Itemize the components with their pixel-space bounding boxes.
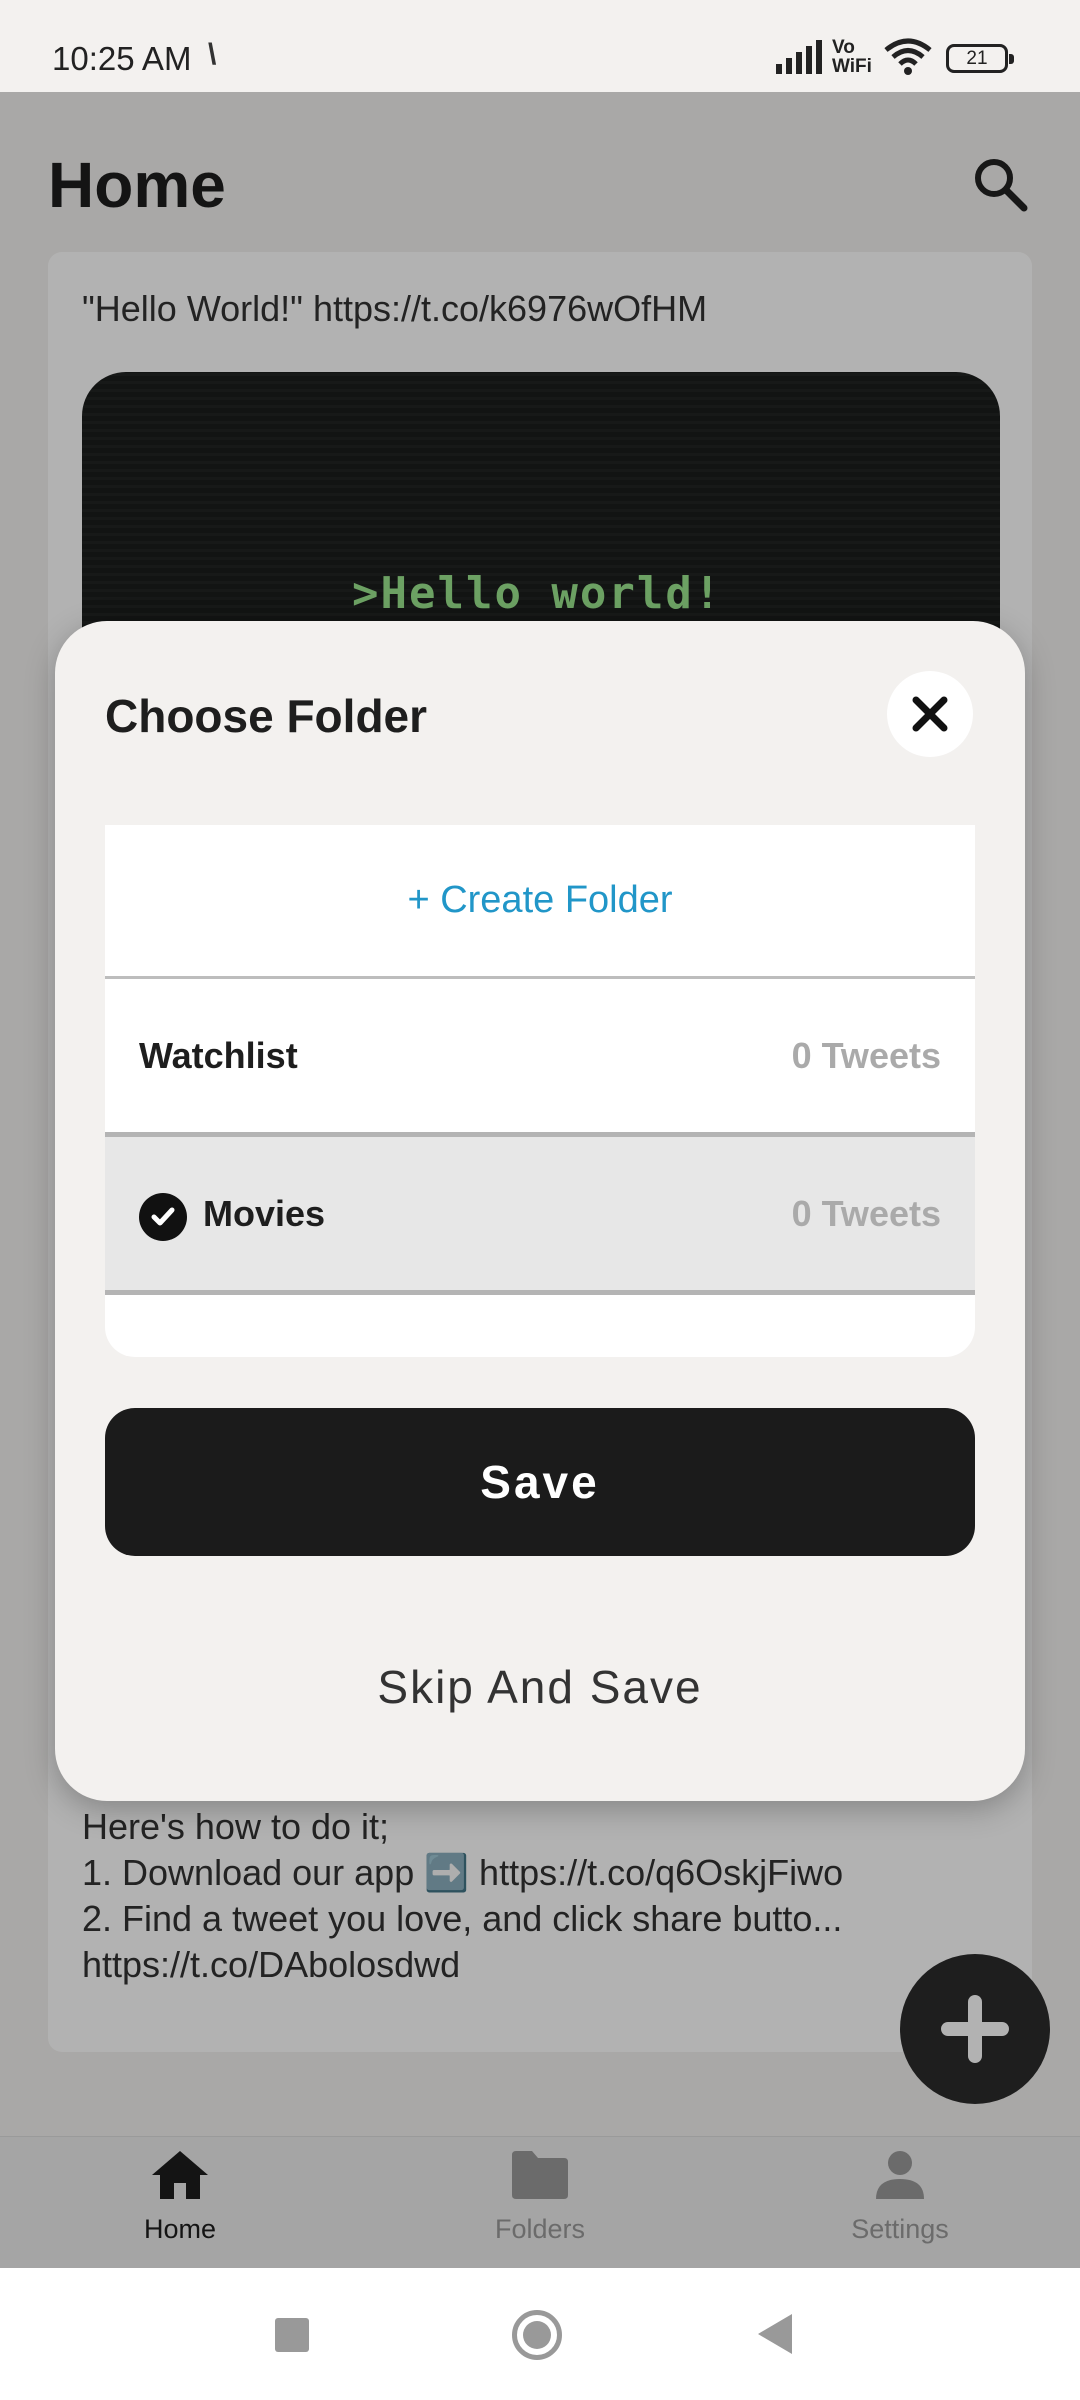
folder-name: Movies [203,1193,326,1234]
skip-label: Skip And Save [377,1661,703,1713]
folder-tweet-count: 0 Tweets [791,1035,941,1076]
network-activity-icon: \ [208,38,217,71]
skip-and-save-button[interactable]: Skip And Save [105,1647,975,1727]
recent-apps-button[interactable] [275,2318,309,2352]
vowifi-top: Vo [832,37,855,58]
create-folder-button[interactable]: + Create Folder [105,825,975,979]
dialog-title: Choose Folder [105,690,428,742]
system-back-button[interactable] [758,2314,792,2354]
checkmark-icon [139,1193,187,1241]
folder-list: + Create Folder Watchlist 0 Tweets Movie… [105,825,975,1357]
folder-item-movies[interactable]: Movies 0 Tweets [105,1137,975,1295]
save-label: Save [480,1456,600,1508]
system-home-button[interactable] [512,2310,562,2360]
signal-icon [776,40,822,74]
close-icon [912,696,948,732]
system-navigation-bar [0,2268,1080,2400]
choose-folder-dialog: Choose Folder + Create Folder Watchlist … [55,621,1025,1801]
create-folder-label: + Create Folder [407,879,673,921]
close-button[interactable] [887,671,973,757]
save-button[interactable]: Save [105,1408,975,1556]
wifi-icon [884,38,932,75]
battery-icon: 21 [946,44,1014,73]
vowifi-bottom: WiFi [832,56,872,77]
folder-item-watchlist[interactable]: Watchlist 0 Tweets [105,979,975,1137]
folder-tweet-count: 0 Tweets [791,1193,941,1234]
status-time: 10:25 AM [52,40,192,77]
folder-name: Watchlist [139,1035,298,1076]
status-bar: 10:25 AM \ Vo WiFi 21 [0,0,1080,92]
vowifi-icon: Vo WiFi [832,38,872,76]
